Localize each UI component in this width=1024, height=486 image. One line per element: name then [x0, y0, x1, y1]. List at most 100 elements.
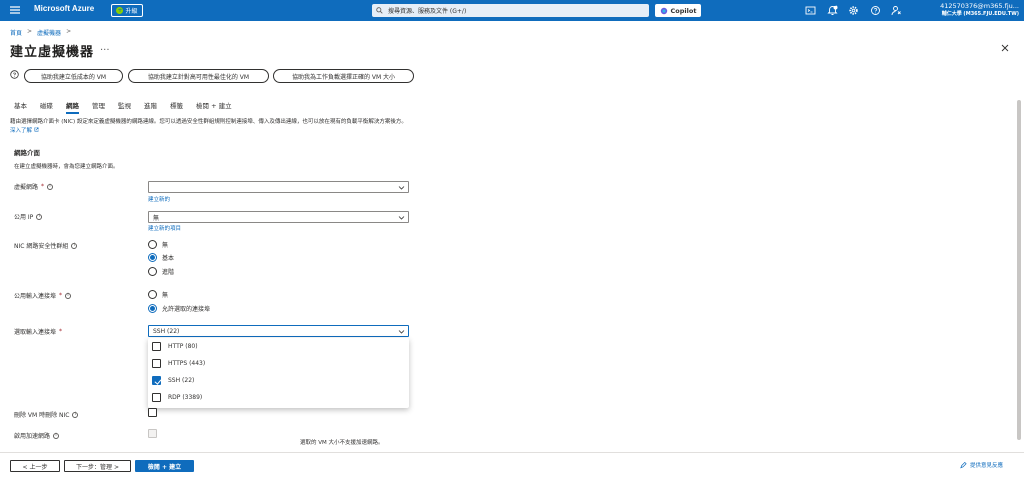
radio-label: 無 — [162, 242, 169, 249]
search-icon — [376, 7, 383, 14]
port-option-http[interactable]: HTTP (80) — [152, 342, 198, 351]
copilot-label: Copilot — [670, 6, 697, 15]
tab-disks[interactable]: 磁碟 — [40, 100, 53, 110]
breadcrumb-home[interactable]: 首頁 — [10, 28, 22, 37]
info-icon[interactable]: i — [72, 411, 79, 418]
section-subtitle: 在建立虛擬機器時，會為您建立網路介面。 — [14, 164, 119, 170]
account-email: 412570376@m365.fju... — [940, 2, 1019, 10]
radio-label: 進階 — [162, 269, 175, 276]
previous-button[interactable]: < 上一步 — [10, 460, 60, 472]
select-ports-dropdown[interactable]: SSH (22) — [148, 325, 409, 337]
upgrade-label: 升級 — [125, 8, 138, 15]
radio-button-selected[interactable] — [148, 253, 157, 262]
radio-button-selected[interactable] — [148, 304, 157, 313]
nsg-option-advanced[interactable]: 進階 — [148, 267, 174, 276]
next-button[interactable]: 下一步：管理 > — [64, 460, 131, 472]
search-placeholder: 搜尋資源、服務及文件 (G+/) — [388, 8, 467, 15]
ports-dropdown-panel: HTTP (80) HTTPS (443) SSH (22) RDP (3389… — [148, 338, 409, 408]
cloud-shell-icon[interactable] — [805, 5, 816, 16]
public-ip-dropdown[interactable]: 無 — [148, 211, 409, 223]
public-ip-value: 無 — [153, 214, 160, 222]
info-icon[interactable]: i — [47, 183, 54, 190]
upgrade-button[interactable]: + 升級 — [111, 4, 143, 17]
port-option-ssh[interactable]: SSH (22) — [152, 376, 194, 385]
feedback-person-icon[interactable] — [891, 5, 902, 16]
breadcrumb-virtual-machines[interactable]: 虛擬機器 — [37, 28, 61, 37]
required-marker: * — [59, 292, 63, 299]
section-heading: 網路介面 — [14, 149, 40, 157]
help-icon[interactable] — [870, 5, 881, 16]
tab-review-create[interactable]: 檢閱 + 建立 — [196, 100, 232, 110]
nsg-option-none[interactable]: 無 — [148, 240, 168, 249]
checkbox[interactable] — [152, 359, 161, 368]
close-icon[interactable] — [1001, 44, 1009, 52]
copilot-help-icon — [10, 70, 19, 79]
checkbox-checked[interactable] — [152, 376, 161, 385]
accel-net-note: 選取的 VM 大小不支援加速網路。 — [300, 440, 384, 446]
radio-label: 無 — [162, 292, 169, 299]
settings-gear-icon[interactable] — [848, 5, 859, 16]
delete-nic-label-text: 刪除 VM 時刪除 NIC — [14, 412, 70, 419]
option-label: HTTP (80) — [168, 343, 198, 350]
port-option-https[interactable]: HTTPS (443) — [152, 359, 205, 368]
select-ports-label-text: 選取輸入連接埠 — [14, 329, 57, 336]
tab-networking[interactable]: 網路 — [66, 100, 79, 114]
option-label: SSH (22) — [168, 377, 195, 384]
plus-icon: + — [116, 7, 124, 14]
search-input[interactable]: 搜尋資源、服務及文件 (G+/) — [372, 4, 649, 17]
tab-tags[interactable]: 標籤 — [170, 100, 183, 110]
copilot-button[interactable]: Copilot — [655, 4, 701, 17]
info-icon[interactable]: i — [36, 213, 43, 220]
preset-high-availability-button[interactable]: 協助我建立針對高可用性最佳化的 VM — [128, 69, 269, 83]
accel-net-checkbox — [148, 429, 157, 438]
radio-button[interactable] — [148, 267, 157, 276]
preset-vm-size-button[interactable]: 協助我為工作負載選擇正確的 VM 大小 — [273, 69, 414, 83]
feedback-link[interactable]: 提供意見反應 — [960, 461, 1003, 469]
feedback-icon — [960, 461, 967, 468]
inbound-ports-label-text: 公用輸入連接埠 — [14, 293, 57, 300]
nsg-label: NIC 網路安全性群組 i — [14, 241, 78, 250]
public-ip-label-text: 公用 IP — [14, 214, 34, 221]
info-icon[interactable]: i — [71, 242, 78, 249]
tab-monitoring[interactable]: 監視 — [118, 100, 131, 110]
port-option-rdp[interactable]: RDP (3389) — [152, 393, 202, 402]
brand-title[interactable]: Microsoft Azure — [34, 4, 94, 13]
checkbox[interactable] — [152, 342, 161, 351]
checkbox[interactable] — [152, 393, 161, 402]
tab-advanced[interactable]: 進階 — [144, 100, 157, 110]
delete-nic-checkbox[interactable] — [148, 408, 157, 417]
option-label: RDP (3389) — [168, 394, 203, 401]
info-icon[interactable]: i — [53, 432, 60, 439]
chevron-down-icon — [398, 216, 405, 220]
account-menu[interactable]: 412570376@m365.fju... 輔仁大學 (M365.FJU.EDU… — [940, 2, 1019, 18]
radio-button[interactable] — [148, 290, 157, 299]
option-label: HTTPS (443) — [168, 360, 206, 367]
create-vnet-link[interactable]: 建立新的 — [148, 195, 170, 203]
radio-button[interactable] — [148, 240, 157, 249]
tab-bar: 基本 磁碟 網路 管理 監視 進階 標籤 檢閱 + 建立 — [14, 100, 232, 114]
tab-management[interactable]: 管理 — [92, 100, 105, 110]
chevron-down-icon — [398, 330, 405, 334]
accel-net-label-text: 啟用加速網路 — [14, 433, 51, 440]
hamburger-menu-icon[interactable] — [8, 3, 22, 17]
create-public-ip-link[interactable]: 建立新的項目 — [148, 224, 181, 232]
radio-label: 基本 — [162, 255, 175, 262]
notification-badge: 2 — [833, 3, 837, 8]
scrollbar-thumb[interactable] — [1017, 100, 1021, 440]
feedback-label: 提供意見反應 — [970, 463, 1004, 469]
more-options-button[interactable]: ... — [100, 42, 110, 53]
learn-more-link[interactable]: 深入了解 — [10, 128, 32, 134]
tab-basics[interactable]: 基本 — [14, 100, 27, 110]
top-bar: Microsoft Azure + 升級 搜尋資源、服務及文件 (G+/) Co… — [0, 0, 1024, 21]
inbound-option-allow-selected[interactable]: 允許選取的連接埠 — [148, 304, 210, 313]
info-icon[interactable]: i — [65, 292, 72, 299]
nsg-option-basic[interactable]: 基本 — [148, 253, 174, 262]
inbound-option-none[interactable]: 無 — [148, 290, 168, 299]
preset-low-cost-button[interactable]: 協助我建立低成本的 VM — [24, 69, 123, 83]
vnet-dropdown[interactable] — [148, 181, 409, 193]
accel-net-label: 啟用加速網路 i — [14, 431, 60, 440]
review-create-button[interactable]: 檢閱 + 建立 — [135, 460, 194, 472]
vnet-label-text: 虛擬網路 — [14, 184, 39, 191]
page-title: 建立虛擬機器 — [10, 45, 95, 60]
required-marker: * — [59, 328, 63, 335]
